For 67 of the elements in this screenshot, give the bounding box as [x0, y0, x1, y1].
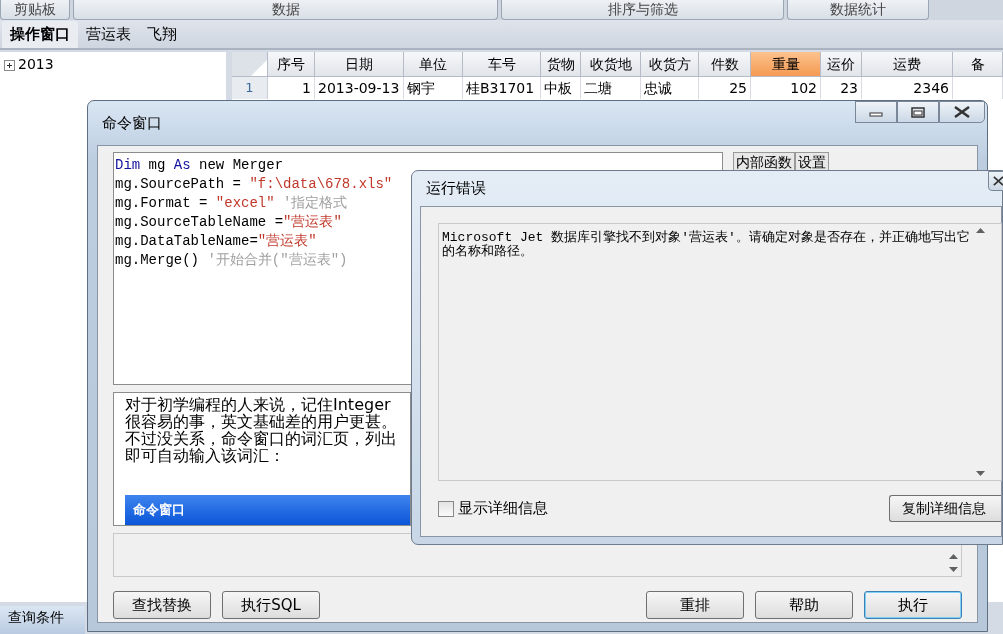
- tab[interactable]: 操作窗口: [2, 21, 78, 48]
- table-cell: 忠诚: [641, 77, 699, 99]
- window-title: 命令窗口: [102, 113, 162, 133]
- scroll-down-icon[interactable]: [976, 471, 985, 476]
- column-header[interactable]: 运费: [862, 52, 953, 77]
- action-button[interactable]: 重排: [646, 591, 744, 619]
- close-icon: [953, 106, 971, 118]
- code-line: mg.Merge() '开始合并("营运表"): [115, 251, 348, 270]
- table-cell: 2346: [862, 77, 953, 99]
- scroll-up-icon[interactable]: [949, 554, 958, 559]
- tree-item[interactable]: 2013: [18, 56, 54, 72]
- table-cell: 中板: [541, 77, 581, 99]
- ribbon-group-label: 数据: [73, 0, 498, 20]
- column-header[interactable]: 车号: [463, 52, 541, 77]
- column-header[interactable]: 收货方: [641, 52, 699, 77]
- table-cell: 钢宇: [404, 77, 463, 99]
- maximize-icon: [911, 106, 925, 118]
- column-header[interactable]: 单位: [404, 52, 463, 77]
- help-text: 即可自动输入该词汇：: [125, 447, 286, 464]
- action-button[interactable]: 帮助: [755, 591, 853, 619]
- column-header[interactable]: 件数: [699, 52, 751, 77]
- close-button[interactable]: [939, 101, 985, 123]
- code-line: mg.SourcePath = "f:\data\678.xls": [115, 175, 393, 194]
- ribbon-group-label: 数据统计: [787, 0, 929, 20]
- checkbox[interactable]: [438, 500, 454, 517]
- table-cell: 二塘: [581, 77, 641, 99]
- column-header[interactable]: 运价: [821, 52, 862, 77]
- column-header[interactable]: 日期: [315, 52, 404, 77]
- tab[interactable]: 飞翔: [139, 21, 185, 48]
- column-header[interactable]: 收货地: [581, 52, 641, 77]
- row-number: 1: [232, 77, 268, 99]
- code-line: mg.Format = "excel" '指定格式: [115, 194, 348, 213]
- help-text: 很容易的事，英文基础差的用户更甚。: [125, 413, 398, 430]
- scroll-up-icon[interactable]: [976, 228, 985, 233]
- dialog-title: 运行错误: [426, 179, 486, 198]
- checkbox-label[interactable]: 显示详细信息: [458, 499, 548, 518]
- help-text: 不过没关系，命令窗口的词汇页，列出: [125, 430, 398, 447]
- action-button[interactable]: 执行: [864, 591, 962, 619]
- column-header[interactable]: 重量: [751, 52, 821, 77]
- scroll-down-icon[interactable]: [949, 567, 958, 572]
- maximize-button[interactable]: [897, 101, 939, 123]
- expand-icon[interactable]: [4, 60, 15, 71]
- table-cell: 桂B31701: [463, 77, 541, 99]
- table-cell: 25: [699, 77, 751, 99]
- code-line: Dim mg As new Merger: [115, 156, 284, 175]
- tab[interactable]: 营运表: [78, 21, 139, 48]
- close-button[interactable]: [988, 171, 1003, 191]
- table-cell: 2013-09-13: [315, 77, 404, 99]
- query-label: 查询条件: [8, 609, 64, 625]
- ribbon-group-label: 剪贴板: [0, 0, 70, 20]
- action-button[interactable]: 查找替换: [113, 591, 211, 619]
- column-header[interactable]: 货物: [541, 52, 581, 77]
- error-message: Microsoft Jet 数据库引擎找不到对象'营运表'。请确定对象是否存在，并正确地写出它的名称和路径。: [441, 229, 971, 261]
- ribbon-group-label: 排序与筛选: [501, 0, 784, 20]
- action-button[interactable]: 执行SQL: [222, 591, 320, 619]
- copy-details-button[interactable]: 复制详细信息: [889, 495, 1001, 522]
- table-cell: 23: [821, 77, 862, 99]
- column-header[interactable]: 备: [953, 52, 1003, 77]
- code-line: mg.DataTableName="营运表": [115, 232, 317, 251]
- table-cell: 102: [751, 77, 821, 99]
- highlighted-row: 命令窗口: [125, 495, 410, 525]
- close-icon: [993, 175, 1003, 187]
- help-text: 对于初学编程的人来说，记住Integer: [125, 396, 392, 413]
- minimize-button[interactable]: [855, 101, 897, 123]
- column-header[interactable]: 序号: [268, 52, 315, 77]
- table-cell: 1: [268, 77, 315, 99]
- code-line: mg.SourceTableName ="营运表": [115, 213, 342, 232]
